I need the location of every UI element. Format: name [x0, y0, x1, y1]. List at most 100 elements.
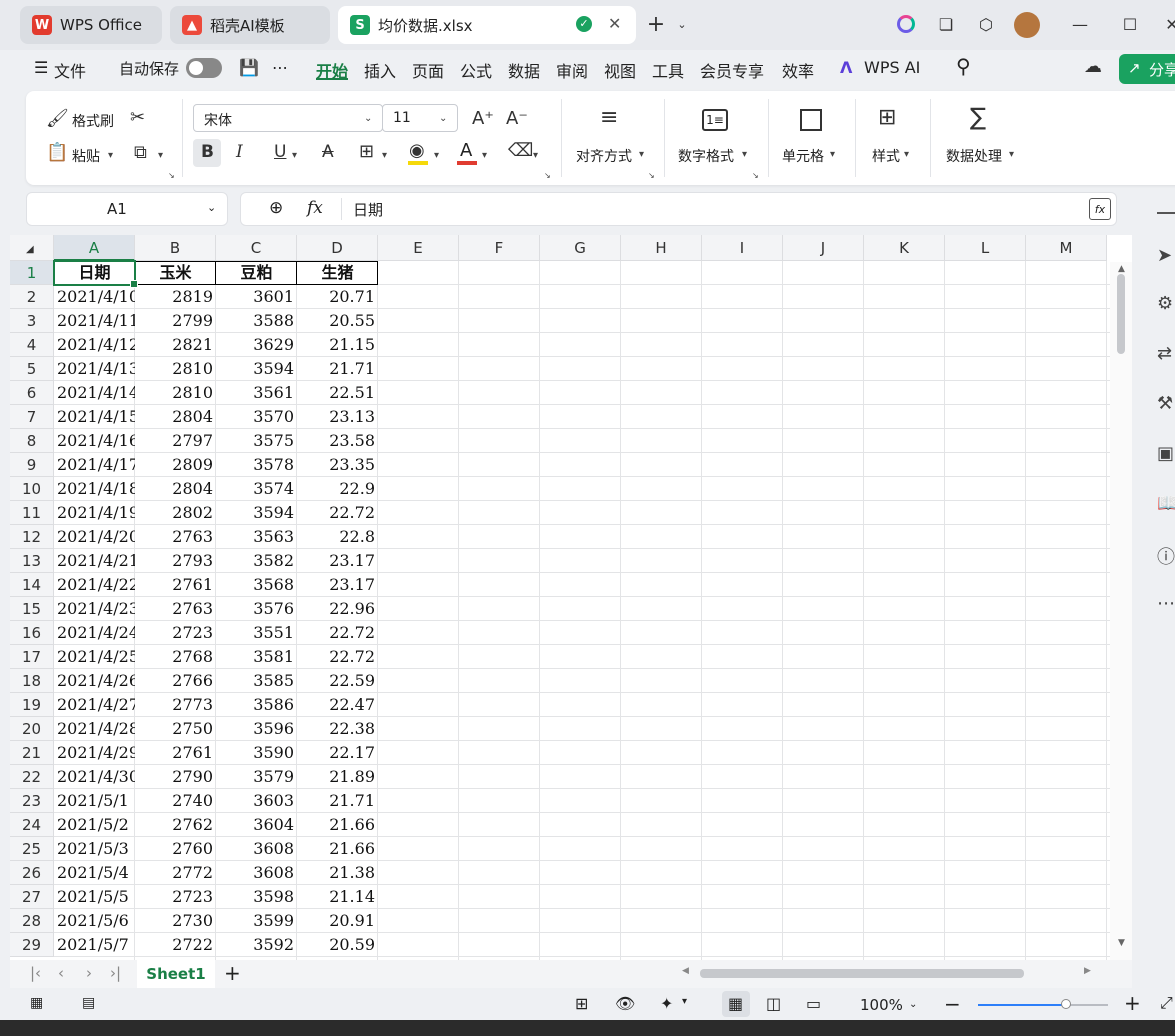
table-cell[interactable]: 21.66 — [297, 813, 378, 837]
table-cell[interactable]: 2021/4/19 — [54, 501, 135, 525]
formula-bar[interactable]: ⊕ fx 日期 fx — [240, 192, 1117, 226]
column-header-c[interactable]: C — [216, 235, 297, 261]
table-cell[interactable]: 3590 — [216, 741, 297, 765]
last-sheet-icon[interactable]: ›| — [110, 964, 121, 982]
chevron-down-icon[interactable]: ▾ — [682, 996, 687, 1007]
row-header[interactable]: 20 — [10, 717, 54, 741]
font-color-chevron-icon[interactable]: ▾ — [482, 150, 487, 161]
row-header[interactable]: 21 — [10, 741, 54, 765]
table-cell[interactable]: 2021/5/6 — [54, 909, 135, 933]
table-cell[interactable]: 21.14 — [297, 885, 378, 909]
row-header[interactable]: 25 — [10, 837, 54, 861]
row-header[interactable]: 2 — [10, 285, 54, 309]
table-cell[interactable]: 2021/4/22 — [54, 573, 135, 597]
align-chevron-icon[interactable]: ▾ — [639, 149, 644, 160]
column-header-b[interactable]: B — [135, 235, 216, 261]
wps-ai-button[interactable]: WPS AI — [864, 58, 920, 80]
align-expand-icon[interactable]: ↘ — [648, 171, 655, 180]
table-cell[interactable]: 2021/4/29 — [54, 741, 135, 765]
table-cell[interactable]: 2021/5/1 — [54, 789, 135, 813]
new-tab-icon[interactable]: + — [644, 12, 668, 37]
share-button[interactable]: ↗ 分享 — [1119, 54, 1175, 84]
hamburger-icon[interactable]: ☰ — [34, 58, 48, 80]
row-header[interactable]: 29 — [10, 933, 54, 957]
panel-collapse-icon[interactable] — [1157, 212, 1175, 214]
table-cell[interactable]: 3581 — [216, 645, 297, 669]
table-cell[interactable]: 3596 — [216, 717, 297, 741]
table-cell[interactable]: 3570 — [216, 405, 297, 429]
header-cell[interactable]: 玉米 — [135, 261, 216, 285]
tab-page[interactable]: 页面 — [412, 58, 444, 81]
reading-view-icon[interactable]: ▭ — [806, 994, 821, 1013]
table-cell[interactable]: 23.17 — [297, 549, 378, 573]
row-header[interactable]: 23 — [10, 789, 54, 813]
minimize-icon[interactable]: — — [1068, 12, 1092, 36]
table-cell[interactable]: 2810 — [135, 357, 216, 381]
table-cell[interactable]: 3592 — [216, 933, 297, 957]
table-cell[interactable]: 2821 — [135, 333, 216, 357]
table-cell[interactable]: 2730 — [135, 909, 216, 933]
table-cell[interactable]: 2761 — [135, 741, 216, 765]
close-window-icon[interactable]: ✕ — [1160, 12, 1175, 36]
table-cell[interactable]: 22.8 — [297, 525, 378, 549]
scroll-down-icon[interactable]: ▼ — [1118, 938, 1125, 948]
row-header[interactable]: 9 — [10, 453, 54, 477]
row-header[interactable]: 11 — [10, 501, 54, 525]
row-header[interactable]: 28 — [10, 909, 54, 933]
table-cell[interactable]: 20.71 — [297, 285, 378, 309]
table-cell[interactable]: 3601 — [216, 285, 297, 309]
row-header[interactable]: 14 — [10, 573, 54, 597]
row-header[interactable]: 26 — [10, 861, 54, 885]
column-header-i[interactable]: I — [702, 235, 783, 261]
chevron-down-icon[interactable]: ⌄ — [207, 201, 216, 214]
style-button[interactable]: 样式 — [872, 146, 900, 166]
table-cell[interactable]: 2021/4/26 — [54, 669, 135, 693]
tab-review[interactable]: 审阅 — [556, 58, 588, 81]
fullscreen-icon[interactable]: ⤢ — [1160, 993, 1173, 1013]
ai-assistant-icon[interactable] — [894, 12, 918, 36]
tab-member[interactable]: 会员专享 — [700, 58, 764, 81]
row-header[interactable]: 15 — [10, 597, 54, 621]
table-cell[interactable]: 3594 — [216, 357, 297, 381]
table-cell[interactable]: 23.35 — [297, 453, 378, 477]
cut-icon[interactable]: ✂ — [130, 107, 145, 128]
row-header[interactable]: 4 — [10, 333, 54, 357]
row-header[interactable]: 27 — [10, 885, 54, 909]
font-name-select[interactable]: 宋体 ⌄ — [193, 104, 383, 132]
row-header[interactable]: 6 — [10, 381, 54, 405]
table-cell[interactable]: 3568 — [216, 573, 297, 597]
underline-icon[interactable]: U — [274, 142, 286, 162]
table-cell[interactable]: 22.72 — [297, 621, 378, 645]
table-cell[interactable]: 22.9 — [297, 477, 378, 501]
table-cell[interactable]: 3603 — [216, 789, 297, 813]
prev-sheet-icon[interactable]: ‹ — [58, 964, 64, 982]
save-icon[interactable]: 💾 — [239, 58, 259, 80]
table-cell[interactable]: 2723 — [135, 885, 216, 909]
sliders-icon[interactable]: ⚙ — [1157, 293, 1173, 314]
tab-wps-office[interactable]: W WPS Office — [20, 6, 162, 44]
table-cell[interactable]: 3574 — [216, 477, 297, 501]
strikethrough-icon[interactable]: A — [322, 142, 334, 162]
table-cell[interactable]: 2750 — [135, 717, 216, 741]
autosave-toggle[interactable] — [186, 58, 222, 78]
table-cell[interactable]: 2021/4/27 — [54, 693, 135, 717]
number-format-button[interactable]: 数字格式 — [678, 146, 734, 166]
column-header-g[interactable]: G — [540, 235, 621, 261]
table-cell[interactable]: 20.59 — [297, 933, 378, 957]
clipboard-expand-icon[interactable]: ↘ — [168, 171, 175, 180]
tab-tools[interactable]: 工具 — [652, 58, 684, 81]
grid-toggle-icon[interactable]: ⊞ — [575, 994, 588, 1013]
zoom-slider[interactable] — [978, 999, 1108, 1009]
menu-file[interactable]: 文件 — [54, 58, 86, 81]
table-cell[interactable]: 3608 — [216, 837, 297, 861]
table-cell[interactable]: 2021/4/13 — [54, 357, 135, 381]
table-cell[interactable]: 22.51 — [297, 381, 378, 405]
sheet-tab-sheet1[interactable]: Sheet1 — [137, 960, 215, 988]
table-cell[interactable]: 3599 — [216, 909, 297, 933]
vertical-scroll-thumb[interactable] — [1117, 274, 1125, 354]
table-cell[interactable]: 2797 — [135, 429, 216, 453]
data-process-button[interactable]: 数据处理 — [946, 146, 1002, 166]
paste-button[interactable]: 粘贴 — [72, 146, 100, 166]
cell-chevron-icon[interactable]: ▾ — [830, 149, 835, 160]
eraser-chevron-icon[interactable]: ▾ — [533, 150, 538, 161]
